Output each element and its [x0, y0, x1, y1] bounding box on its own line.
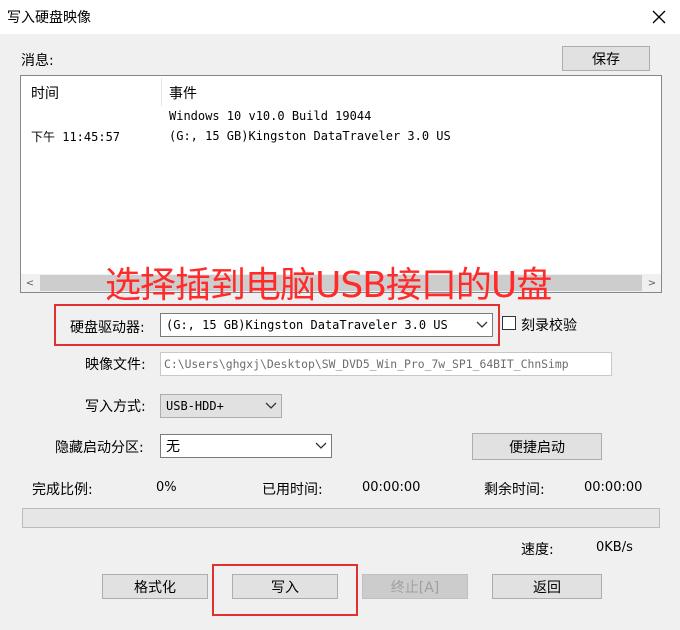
- column-header-time[interactable]: 时间: [31, 83, 59, 103]
- log-row-2-event: (G:, 15 GB)Kingston DataTraveler 3.0 US: [169, 129, 451, 143]
- elapsed-value: 00:00:00: [362, 480, 421, 495]
- completion-label: 完成比例:: [32, 482, 93, 498]
- format-button[interactable]: 格式化: [102, 574, 208, 599]
- drive-select[interactable]: (G:, 15 GB)Kingston DataTraveler 3.0 US: [160, 313, 493, 337]
- write-method-value: USB-HDD+: [166, 399, 224, 413]
- chevron-down-icon[interactable]: [311, 435, 331, 457]
- drive-select-value: (G:, 15 GB)Kingston DataTraveler 3.0 US: [166, 318, 448, 332]
- scroll-right-icon[interactable]: >: [643, 274, 661, 292]
- verify-label[interactable]: 刻录校验: [521, 315, 577, 335]
- drive-label: 硬盘驱动器:: [70, 320, 145, 336]
- log-row-1-event: Windows 10 v10.0 Build 19044: [169, 109, 372, 123]
- hidden-partition-value: 无: [166, 439, 180, 455]
- messages-label: 消息:: [21, 53, 54, 69]
- image-file-label: 映像文件:: [85, 357, 146, 373]
- annotation-text: 选择插到电脑USB接口的U盘: [105, 265, 552, 306]
- title-bar: 写入硬盘映像: [0, 0, 680, 34]
- quick-boot-button[interactable]: 便捷启动: [472, 433, 602, 460]
- column-separator[interactable]: [161, 78, 162, 106]
- hidden-partition-label: 隐藏启动分区:: [55, 440, 144, 456]
- window-title: 写入硬盘映像: [7, 10, 91, 26]
- chevron-down-icon[interactable]: [261, 395, 281, 417]
- progress-bar: [22, 508, 660, 528]
- remaining-label: 剩余时间:: [484, 482, 545, 498]
- close-icon[interactable]: [644, 2, 674, 32]
- write-button[interactable]: 写入: [232, 574, 338, 599]
- speed-value: 0KB/s: [596, 540, 633, 555]
- image-file-field[interactable]: C:\Users\ghgxj\Desktop\SW_DVD5_Win_Pro_7…: [160, 352, 612, 376]
- column-header-event[interactable]: 事件: [169, 83, 197, 103]
- hidden-partition-select[interactable]: 无: [160, 434, 332, 458]
- back-button[interactable]: 返回: [492, 574, 602, 599]
- remaining-value: 00:00:00: [584, 480, 643, 495]
- log-row-2-time: 下午 11:45:57: [31, 130, 121, 144]
- write-method-label: 写入方式:: [85, 399, 146, 415]
- elapsed-label: 已用时间:: [262, 482, 323, 498]
- image-file-path: C:\Users\ghgxj\Desktop\SW_DVD5_Win_Pro_7…: [164, 357, 569, 371]
- completion-value: 0%: [156, 480, 177, 495]
- speed-label: 速度:: [521, 542, 554, 558]
- save-button[interactable]: 保存: [562, 46, 650, 71]
- scroll-left-icon[interactable]: <: [21, 274, 39, 292]
- log-header: 时间 事件: [21, 76, 661, 108]
- write-method-select[interactable]: USB-HDD+: [160, 394, 282, 418]
- stop-button: 终止[A]: [362, 574, 468, 599]
- verify-checkbox[interactable]: [502, 316, 516, 330]
- chevron-down-icon[interactable]: [472, 314, 492, 336]
